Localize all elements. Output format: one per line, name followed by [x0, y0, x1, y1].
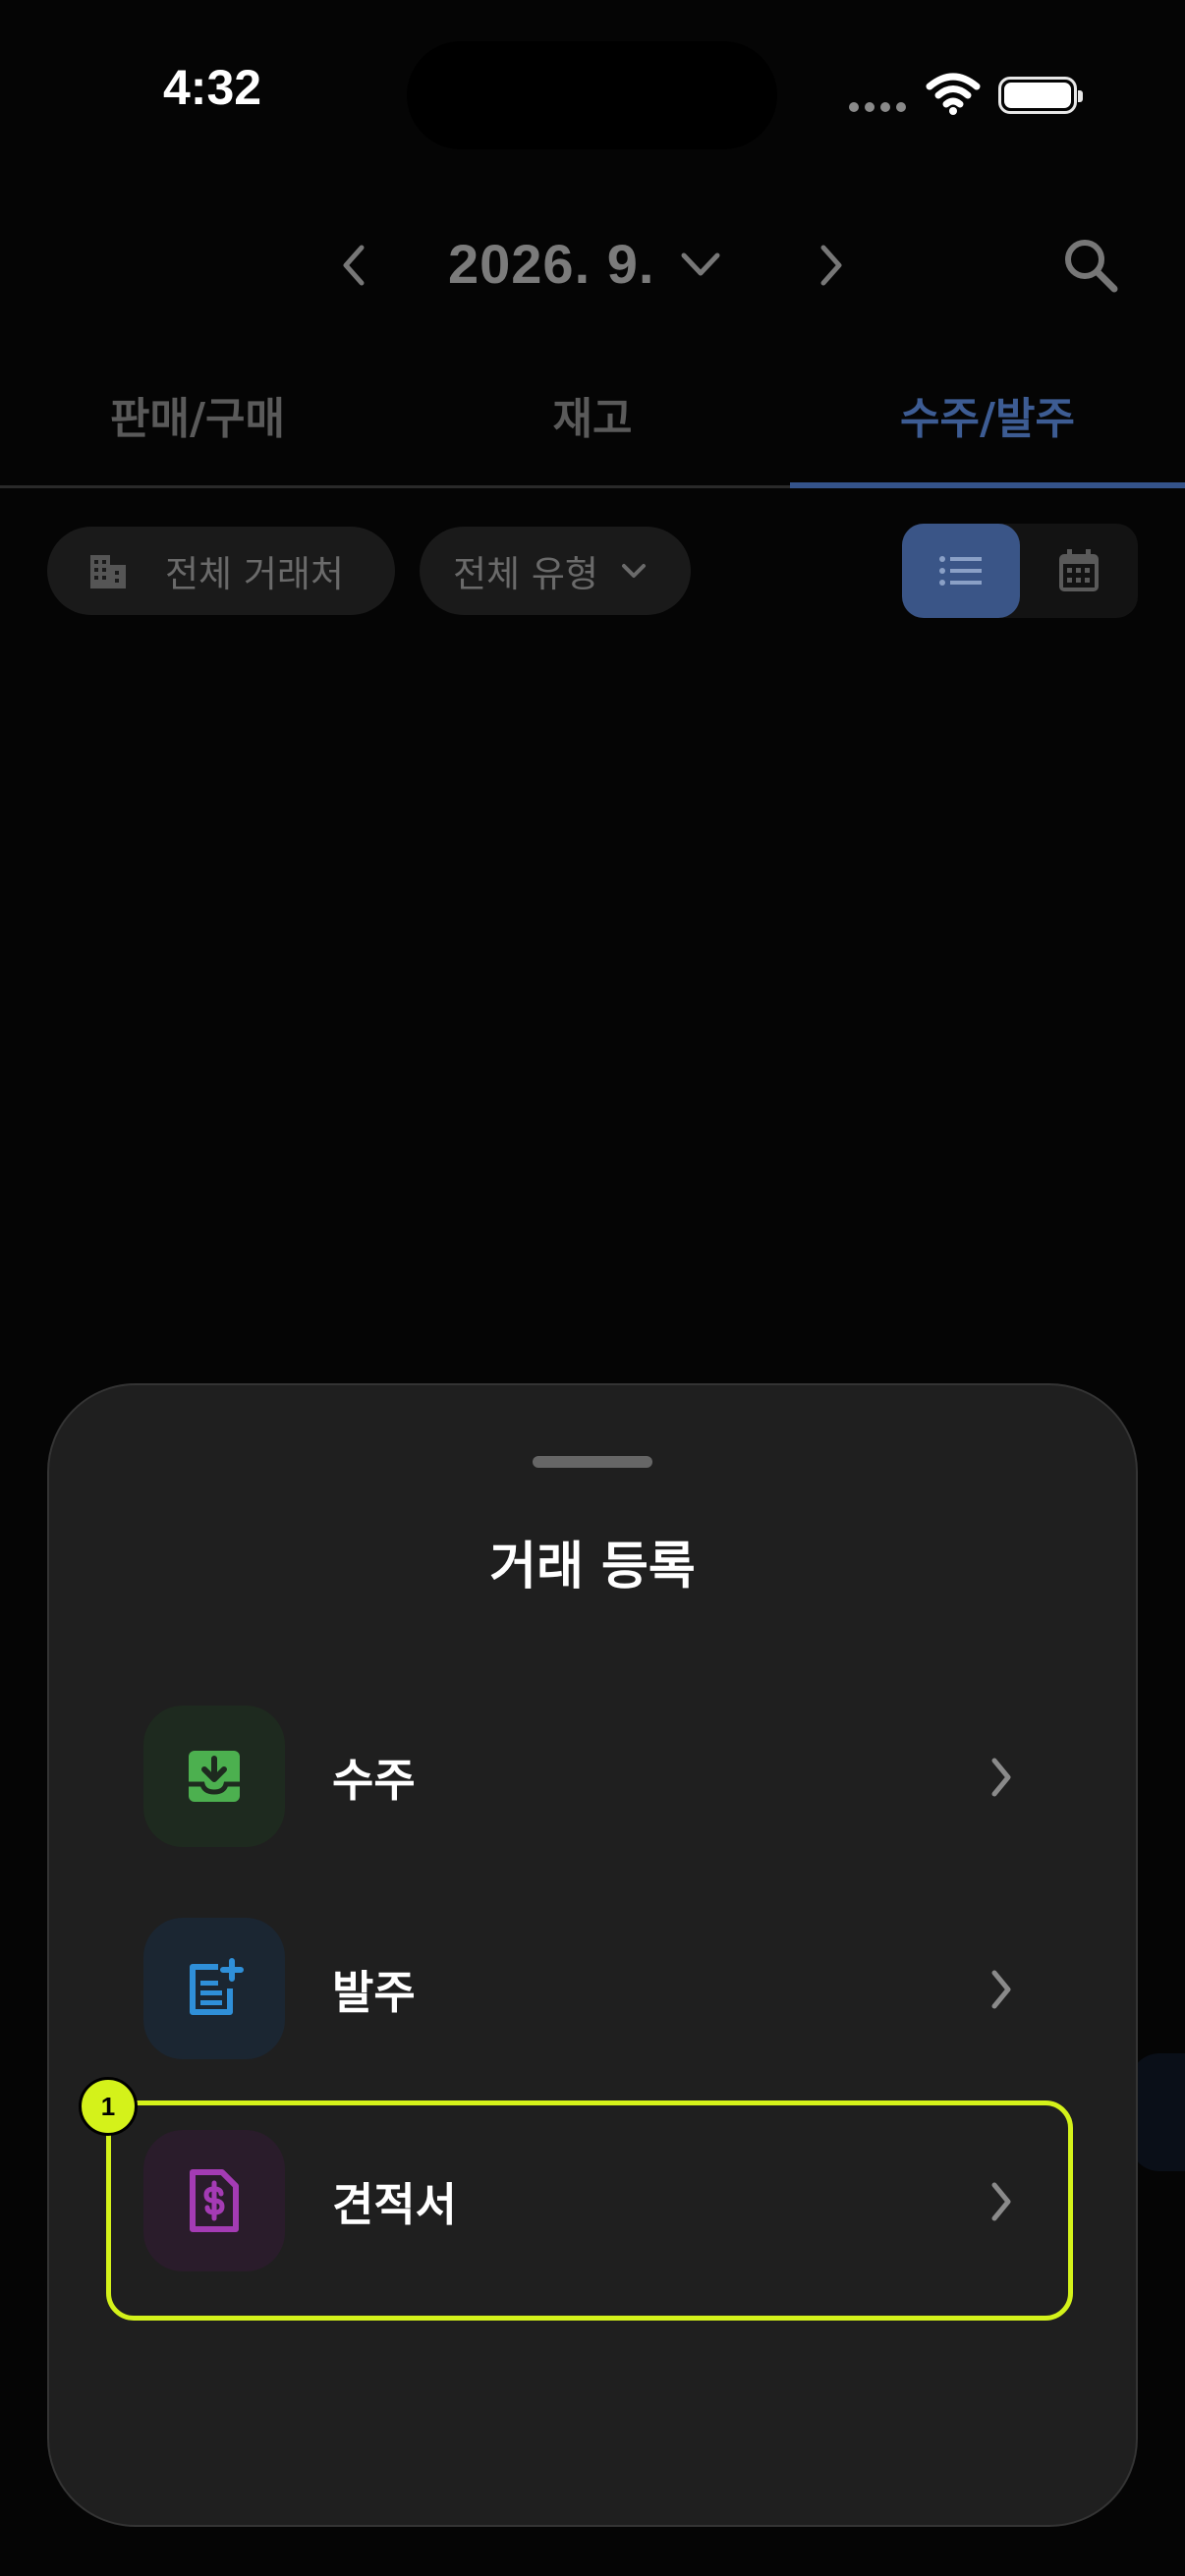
tab-inventory[interactable]: 재고: [395, 383, 790, 446]
search-icon[interactable]: [1061, 236, 1120, 295]
chevron-right-icon: [991, 1758, 1011, 1797]
sheet-title: 거래 등록: [489, 1538, 696, 1596]
dynamic-island: [407, 41, 777, 149]
sales-order-option[interactable]: 수주: [143, 1706, 1038, 1853]
building-icon: [90, 555, 126, 588]
month-title[interactable]: 2026. 9.: [448, 232, 654, 296]
annotation-badge: 1: [79, 2077, 138, 2136]
annotation-highlight-box: [106, 2100, 1073, 2321]
next-month-chevron-icon[interactable]: [816, 244, 847, 287]
calendar-icon: [1059, 549, 1099, 591]
document-add-icon: [143, 1918, 285, 2059]
month-dropdown-chevron-icon[interactable]: [680, 250, 721, 279]
chevron-right-icon: [991, 1970, 1011, 2009]
battery-icon: [998, 77, 1083, 114]
purchase-order-label: 발주: [332, 1966, 416, 2019]
calendar-view-button[interactable]: [1020, 524, 1138, 618]
list-icon: [939, 556, 982, 586]
vendor-filter-chip[interactable]: 전체 거래처: [47, 527, 395, 615]
status-time: 4:32: [163, 60, 262, 115]
type-filter-chip[interactable]: 전체 유형: [420, 527, 691, 615]
wifi-icon: [926, 73, 981, 115]
active-tab-indicator: [790, 482, 1185, 488]
sheet-grabber[interactable]: [533, 1456, 652, 1468]
previous-month-chevron-icon[interactable]: [338, 244, 369, 287]
tab-orders[interactable]: 수주/발주: [790, 383, 1185, 446]
vendor-filter-label: 전체 거래처: [165, 553, 344, 595]
floating-button-edge: [1130, 2053, 1185, 2171]
list-view-button[interactable]: [902, 524, 1020, 618]
chevron-down-icon: [621, 564, 646, 578]
tab-sales-purchase[interactable]: 판매/구매: [0, 383, 395, 446]
type-filter-label: 전체 유형: [453, 553, 598, 595]
sales-order-label: 수주: [332, 1754, 416, 1807]
inbox-download-icon: [143, 1706, 285, 1847]
cellular-signal-icon: [849, 102, 906, 112]
purchase-order-option[interactable]: 발주: [143, 1918, 1038, 2065]
